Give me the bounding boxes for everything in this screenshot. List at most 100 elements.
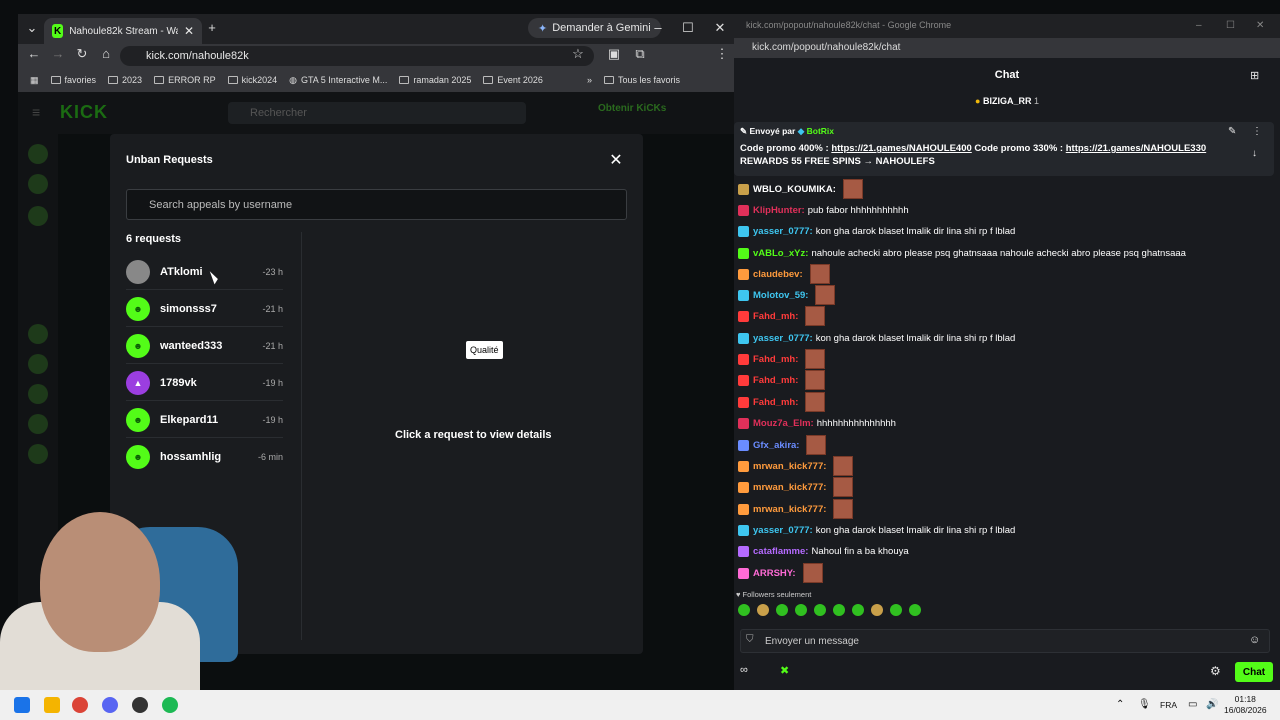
sidebar-item[interactable] xyxy=(28,324,48,344)
chrome-icon[interactable] xyxy=(72,697,88,713)
maximize-icon[interactable]: ☐ xyxy=(678,20,698,36)
obs-icon[interactable] xyxy=(132,697,148,713)
chat-username[interactable]: Mouz7a_Elm: xyxy=(753,418,814,429)
promo-link-400[interactable]: https://21.games/NAHOULE400 xyxy=(831,143,971,154)
appeal-search-input[interactable] xyxy=(126,189,627,220)
mod-tools-icon[interactable]: ⊞ xyxy=(1250,69,1259,82)
close-window-icon[interactable]: ✕ xyxy=(710,20,730,36)
emote-button[interactable] xyxy=(890,604,902,616)
pin-toggle-icon[interactable]: ✎ xyxy=(1228,126,1236,137)
request-item[interactable]: ▲ 1789vk -19 h xyxy=(126,365,283,401)
hamburger-icon[interactable]: ≡ xyxy=(32,104,40,120)
emote-button[interactable] xyxy=(814,604,826,616)
close-icon[interactable]: ✕ xyxy=(608,150,624,170)
bookmark-kick2024[interactable]: kick2024 xyxy=(227,75,277,85)
request-item[interactable]: ☻ Elkepard11 -19 h xyxy=(126,402,283,438)
request-item[interactable]: ATklomi -23 h xyxy=(126,254,283,290)
request-item[interactable]: ☻ wanteed333 -21 h xyxy=(126,328,283,364)
microphone-icon[interactable]: 🎙 xyxy=(1138,699,1151,710)
windows-start-icon[interactable] xyxy=(14,697,30,713)
apps-grid-icon[interactable]: ▦ xyxy=(30,75,39,86)
close-window-icon[interactable]: ✕ xyxy=(1256,20,1264,31)
promo-link-330[interactable]: https://21.games/NAHOULE330 xyxy=(1066,143,1206,154)
emote-button[interactable] xyxy=(738,604,750,616)
bookmark-2023[interactable]: 2023 xyxy=(108,75,142,85)
gemini-button[interactable]: ✦ Demander à Gemini xyxy=(528,18,661,38)
chat-username[interactable]: mrwan_kick777: xyxy=(753,482,826,493)
reload-icon[interactable]: ↻ xyxy=(72,46,92,62)
chat-username[interactable]: Fahd_mh: xyxy=(753,311,798,322)
bookmark-gta5[interactable]: ◍ GTA 5 Interactive M... xyxy=(289,75,387,86)
settings-gear-icon[interactable]: ⚙ xyxy=(1210,664,1221,678)
emote-button[interactable] xyxy=(776,604,788,616)
sidebar-item[interactable] xyxy=(28,414,48,434)
emote-button[interactable] xyxy=(871,604,883,616)
send-chat-button[interactable]: Chat xyxy=(1235,662,1273,682)
chat-username[interactable]: ARRSHY: xyxy=(753,568,796,579)
chat-username[interactable]: vABLo_xYz: xyxy=(753,248,808,259)
pin-menu-icon[interactable]: ⋮ xyxy=(1252,126,1262,137)
sidebar-item[interactable] xyxy=(28,384,48,404)
tab-close-icon[interactable]: ✕ xyxy=(184,24,194,38)
bookmark-event-2026[interactable]: Event 2026 xyxy=(483,75,543,85)
chat-username[interactable]: yasser_0777: xyxy=(753,333,813,344)
minimize-icon[interactable]: – xyxy=(648,20,668,35)
chat-username[interactable]: Molotov_59: xyxy=(753,290,808,301)
get-kicks-button[interactable]: Obtenir KiCKs xyxy=(598,103,666,114)
bookmark-ramadan[interactable]: ramadan 2025 xyxy=(399,75,471,85)
request-item[interactable]: ☻ simonsss7 -21 h xyxy=(126,291,283,327)
kick-search-input[interactable]: Rechercher xyxy=(228,102,526,124)
bookmark-all[interactable]: Tous les favoris xyxy=(603,75,680,85)
chat-username[interactable]: Gfx_akira: xyxy=(753,440,799,451)
volume-icon[interactable]: 🔊 xyxy=(1206,699,1218,710)
url-field[interactable]: kick.com/nahoule82k xyxy=(120,46,594,66)
minimize-icon[interactable]: – xyxy=(1196,20,1202,31)
tray-chevron-icon[interactable]: ⌃ xyxy=(1116,699,1124,710)
discord-icon[interactable] xyxy=(102,697,118,713)
file-explorer-icon[interactable] xyxy=(44,697,60,713)
chat-message-input[interactable] xyxy=(740,629,1270,653)
chat-username[interactable]: mrwan_kick777: xyxy=(753,461,826,472)
request-item[interactable]: ☻ hossamhlig -6 min xyxy=(126,439,283,475)
bookmark-star-icon[interactable]: ☆ xyxy=(568,46,588,62)
extension-icon[interactable]: ▣ xyxy=(604,46,624,62)
chat-username[interactable]: Fahd_mh: xyxy=(753,375,798,386)
url-field[interactable]: kick.com/popout/nahoule82k/chat xyxy=(734,38,1280,58)
system-clock[interactable]: 01:18 16/08/2026 xyxy=(1224,694,1267,716)
infinity-icon[interactable]: ∞ xyxy=(740,664,748,676)
sidebar-item[interactable] xyxy=(28,354,48,374)
chat-username[interactable]: cataflamme: xyxy=(753,546,808,557)
sidebar-item[interactable] xyxy=(28,206,48,226)
language-indicator[interactable]: FRA xyxy=(1160,700,1177,710)
bookmark-error-rp[interactable]: ERROR RP xyxy=(154,75,216,85)
sidebar-item[interactable] xyxy=(28,444,48,464)
sidebar-item[interactable] xyxy=(28,174,48,194)
chat-username[interactable]: WBLO_KOUMIKA: xyxy=(753,184,836,195)
chat-username[interactable]: Fahd_mh: xyxy=(753,354,798,365)
new-tab-icon[interactable]: + xyxy=(202,20,222,35)
bookmark-favories[interactable]: favories xyxy=(50,75,96,85)
menu-dots-icon[interactable]: ⋮ xyxy=(712,46,732,62)
back-icon[interactable]: ← xyxy=(24,46,44,61)
tab-search-icon[interactable]: ⌄ xyxy=(22,20,42,36)
chat-username[interactable]: yasser_0777: xyxy=(753,525,813,536)
collapse-icon[interactable]: ↓ xyxy=(1252,148,1257,159)
chat-username[interactable]: mrwan_kick777: xyxy=(753,504,826,515)
kick-logo[interactable]: KICK xyxy=(60,102,108,123)
puzzle-icon[interactable]: ⧉ xyxy=(630,46,650,62)
emote-button[interactable] xyxy=(909,604,921,616)
home-icon[interactable]: ⌂ xyxy=(96,46,116,61)
spotify-icon[interactable] xyxy=(162,697,178,713)
sidebar-item[interactable] xyxy=(28,144,48,164)
emote-button[interactable] xyxy=(833,604,845,616)
chat-username[interactable]: claudebev: xyxy=(753,269,803,280)
network-icon[interactable]: ▭ xyxy=(1188,699,1197,710)
emoji-picker-icon[interactable]: ☺ xyxy=(1249,634,1260,646)
bookmarks-overflow-icon[interactable]: » xyxy=(587,75,592,85)
forward-icon[interactable]: → xyxy=(48,46,68,61)
maximize-icon[interactable]: ☐ xyxy=(1226,20,1235,31)
emote-button[interactable] xyxy=(795,604,807,616)
chat-username[interactable]: Fahd_mh: xyxy=(753,397,798,408)
kick-points-icon[interactable]: ✖ xyxy=(780,664,789,677)
emote-button[interactable] xyxy=(757,604,769,616)
